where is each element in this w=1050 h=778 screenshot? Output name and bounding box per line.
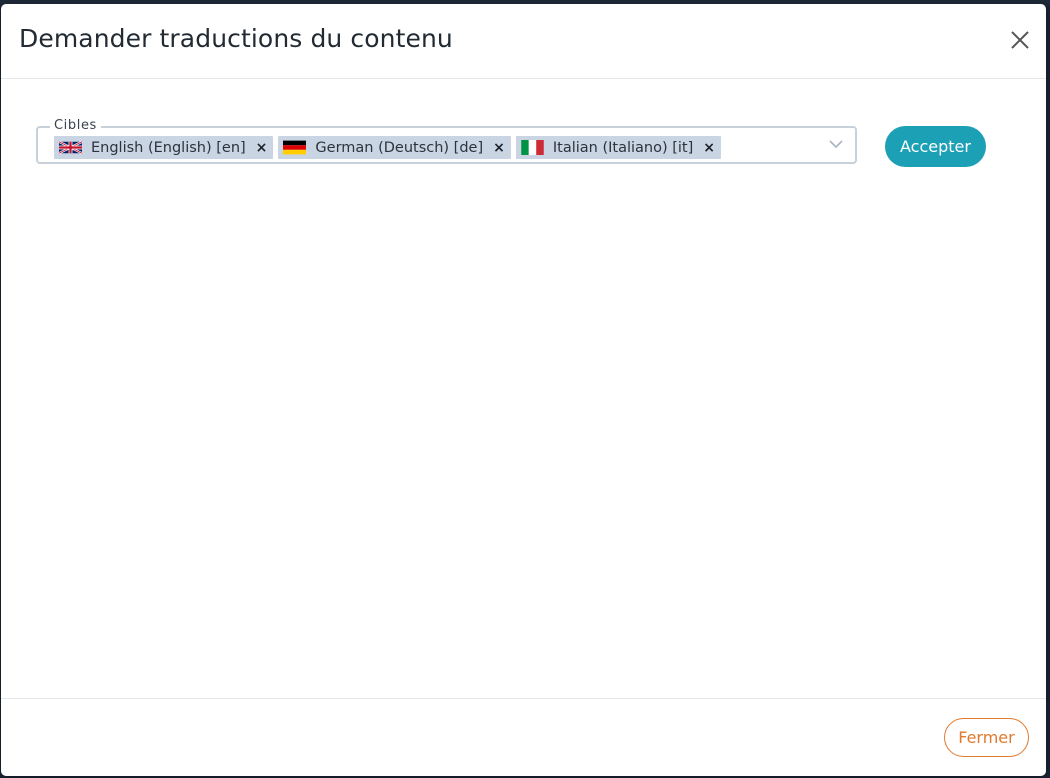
chip-label: English (English) [en] [91, 139, 246, 156]
target-chip-en: English (English) [en] × [54, 136, 274, 159]
target-chip-de: German (Deutsch) [de] × [278, 136, 511, 159]
close-button[interactable]: Fermer [944, 718, 1029, 757]
close-icon [1011, 31, 1029, 49]
uk-flag-icon [59, 140, 82, 155]
germany-flag-icon [283, 140, 307, 155]
modal-body: Cibles English (English) [en] × German (… [1, 79, 1046, 698]
close-modal-button[interactable] [1008, 28, 1032, 52]
targets-multiselect[interactable]: Cibles English (English) [en] × German (… [36, 119, 857, 164]
italy-flag-icon [521, 140, 544, 155]
target-chip-it: Italian (Italiano) [it] × [515, 136, 721, 159]
targets-label: Cibles [50, 119, 101, 133]
remove-chip-button[interactable]: × [256, 141, 268, 155]
modal-footer: Fermer [1, 698, 1046, 777]
chip-label: Italian (Italiano) [it] [552, 139, 694, 156]
selected-targets: English (English) [en] × German (Deutsch… [54, 136, 721, 159]
remove-chip-button[interactable]: × [703, 141, 715, 155]
accept-button[interactable]: Accepter [885, 126, 986, 167]
remove-chip-button[interactable]: × [493, 141, 505, 155]
modal-header: Demander traductions du contenu [1, 4, 1046, 79]
modal-title: Demander traductions du contenu [19, 24, 453, 53]
translation-request-modal: Demander traductions du contenu Cibles E… [1, 4, 1046, 776]
chevron-down-icon[interactable] [829, 139, 843, 149]
chip-label: German (Deutsch) [de] [315, 139, 484, 156]
